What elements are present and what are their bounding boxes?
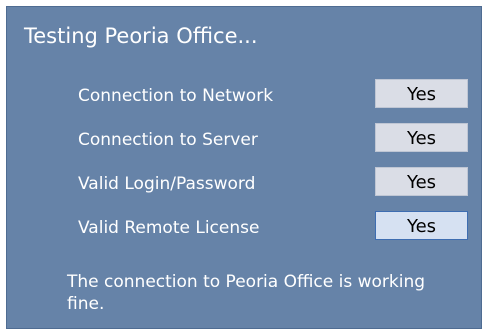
result-license: Yes — [375, 211, 468, 240]
result-network: Yes — [375, 79, 468, 108]
result-login: Yes — [375, 167, 468, 196]
status-message: The connection to Peoria Office is worki… — [67, 272, 426, 314]
test-connection-panel: Testing Peoria Office... Connection to N… — [6, 6, 482, 329]
dialog-title: Testing Peoria Office... — [24, 24, 258, 48]
check-label-login: Valid Login/Password — [78, 174, 256, 194]
check-label-network: Connection to Network — [78, 86, 274, 106]
check-label-license: Valid Remote License — [78, 218, 260, 238]
check-label-server: Connection to Server — [78, 130, 258, 150]
result-server: Yes — [375, 123, 468, 152]
